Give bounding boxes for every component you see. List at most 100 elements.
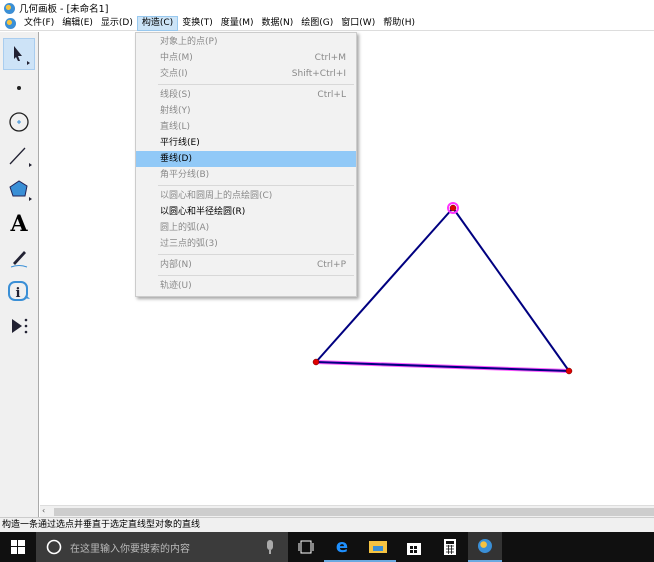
svg-text:i: i: [16, 286, 21, 301]
taskbar-file-explorer[interactable]: [360, 532, 396, 562]
menu-separator: [158, 185, 354, 186]
compass-tool[interactable]: [3, 106, 35, 138]
taskbar-search-box[interactable]: 在这里输入你要搜索的内容: [36, 532, 288, 562]
menu-file[interactable]: 文件(F): [20, 16, 58, 31]
construct-menu-item[interactable]: 内部(N) Ctrl+P: [136, 257, 356, 273]
start-button[interactable]: [0, 532, 36, 562]
construct-menu-dropdown: 对象上的点(P) 中点(M) Ctrl+M 交点(I) Shift+Ctrl+I 线段(S…: [135, 32, 357, 297]
menu-item-shortcut: Ctrl+M: [314, 53, 346, 63]
construct-menu-item[interactable]: 垂线(D): [136, 151, 356, 167]
toolbox: A i: [0, 32, 39, 517]
menu-number[interactable]: 数据(N): [258, 16, 298, 31]
menu-item-label: 角平分线(B): [160, 170, 210, 180]
menu-display[interactable]: 显示(D): [97, 16, 137, 31]
construct-menu-item[interactable]: 交点(I) Shift+Ctrl+I: [136, 66, 356, 82]
construct-menu-item[interactable]: 对象上的点(P): [136, 34, 356, 50]
menu-item-label: 射线(Y): [160, 106, 191, 116]
point-tool[interactable]: [3, 72, 35, 104]
play-more-icon: [12, 318, 28, 334]
menu-separator: [158, 254, 354, 255]
menu-item-shortcut: Ctrl+L: [317, 90, 346, 100]
task-view-button[interactable]: [288, 532, 324, 562]
straightedge-tool[interactable]: [3, 140, 35, 172]
menu-item-label: 中点(M): [160, 53, 193, 63]
taskbar: 在这里输入你要搜索的内容 e: [0, 532, 654, 562]
point-right[interactable]: [565, 367, 573, 375]
menu-item-label: 以圆心和半径绘圆(R): [160, 207, 246, 217]
construct-menu-item[interactable]: 轨迹(U): [136, 278, 356, 294]
menu-transform[interactable]: 变换(T): [178, 16, 217, 31]
construct-menu-item[interactable]: 以圆心和圆周上的点绘圆(C): [136, 188, 356, 204]
taskbar-calculator[interactable]: [432, 532, 468, 562]
document-icon[interactable]: [5, 17, 16, 29]
store-icon: [407, 543, 421, 555]
circle-icon: [9, 112, 29, 132]
construct-menu-item[interactable]: 以圆心和半径绘圆(R): [136, 204, 356, 220]
taskbar-edge[interactable]: e: [324, 532, 360, 562]
menu-item-label: 圆上的弧(A): [160, 223, 210, 233]
menu-bar: 文件(F) 编辑(E) 显示(D) 构造(C) 变换(T) 度量(M) 数据(N…: [0, 15, 654, 31]
arrow-icon: [14, 46, 30, 65]
menu-item-label: 直线(L): [160, 122, 191, 132]
cortana-icon: [46, 539, 62, 555]
construct-menu-item[interactable]: 过三点的弧(3): [136, 236, 356, 252]
menu-graph[interactable]: 绘图(G): [297, 16, 337, 31]
construct-menu-item[interactable]: 角平分线(B): [136, 167, 356, 183]
menu-edit[interactable]: 编辑(E): [58, 16, 97, 31]
edge-icon: e: [335, 535, 349, 557]
point-top[interactable]: [449, 204, 457, 212]
point-icon: [17, 86, 21, 90]
information-tool[interactable]: i: [3, 276, 35, 308]
polygon-icon: [9, 180, 32, 201]
menu-item-label: 以圆心和圆周上的点绘圆(C): [160, 191, 273, 201]
scrollbar-thumb[interactable]: [54, 508, 654, 516]
menu-window[interactable]: 窗口(W): [337, 16, 379, 31]
menu-item-label: 内部(N): [160, 260, 192, 270]
menu-separator: [158, 84, 354, 85]
calculator-icon: [444, 539, 456, 555]
marker-icon: [10, 251, 28, 268]
menu-item-label: 交点(I): [160, 69, 188, 79]
search-placeholder: 在这里输入你要搜索的内容: [70, 543, 190, 555]
construct-menu-item[interactable]: 圆上的弧(A): [136, 220, 356, 236]
menu-help[interactable]: 帮助(H): [379, 16, 419, 31]
construct-menu-item[interactable]: 平行线(E): [136, 135, 356, 151]
menu-item-label: 平行线(E): [160, 138, 200, 148]
sketchpad-icon: [478, 539, 492, 553]
horizontal-scrollbar[interactable]: ‹: [40, 505, 654, 517]
window-title: 几何画板 - [未命名1]: [19, 4, 109, 15]
marker-tool[interactable]: [3, 242, 35, 274]
windows-icon: [11, 540, 25, 554]
task-view-icon: [298, 540, 314, 554]
menu-separator: [158, 275, 354, 276]
menu-item-label: 对象上的点(P): [160, 37, 218, 47]
arrow-select-tool[interactable]: [3, 38, 35, 70]
app-icon: [4, 2, 15, 14]
taskbar-geometers-sketchpad[interactable]: [468, 532, 502, 562]
folder-icon: [369, 541, 387, 553]
menu-item-label: 过三点的弧(3): [160, 239, 218, 249]
menu-item-shortcut: Shift+Ctrl+I: [291, 69, 346, 79]
menu-item-label: 轨迹(U): [160, 281, 192, 291]
construct-menu-item[interactable]: 线段(S) Ctrl+L: [136, 87, 356, 103]
taskbar-store[interactable]: [396, 532, 432, 562]
construct-menu-item[interactable]: 射线(Y): [136, 103, 356, 119]
segment-base[interactable]: [315, 361, 570, 372]
info-icon: i: [8, 281, 30, 301]
title-bar: 几何画板 - [未命名1]: [0, 0, 654, 16]
polygon-tool[interactable]: [3, 174, 35, 206]
text-tool[interactable]: A: [3, 208, 35, 240]
menu-item-label: 垂线(D): [160, 154, 192, 164]
menu-construct[interactable]: 构造(C): [136, 15, 179, 31]
status-bar: 构造一条通过选点并垂直于选定直线型对象的直线: [0, 517, 654, 532]
menu-measure[interactable]: 度量(M): [217, 16, 258, 31]
custom-tool[interactable]: [3, 310, 35, 342]
construct-menu-item[interactable]: 直线(L): [136, 119, 356, 135]
point-left[interactable]: [312, 358, 320, 366]
construct-menu-item[interactable]: 中点(M) Ctrl+M: [136, 50, 356, 66]
microphone-icon[interactable]: [266, 540, 274, 554]
scroll-left-icon[interactable]: ‹: [42, 506, 45, 515]
segment-right[interactable]: [452, 207, 570, 372]
line-icon: [9, 147, 32, 167]
menu-item-shortcut: Ctrl+P: [317, 260, 346, 270]
